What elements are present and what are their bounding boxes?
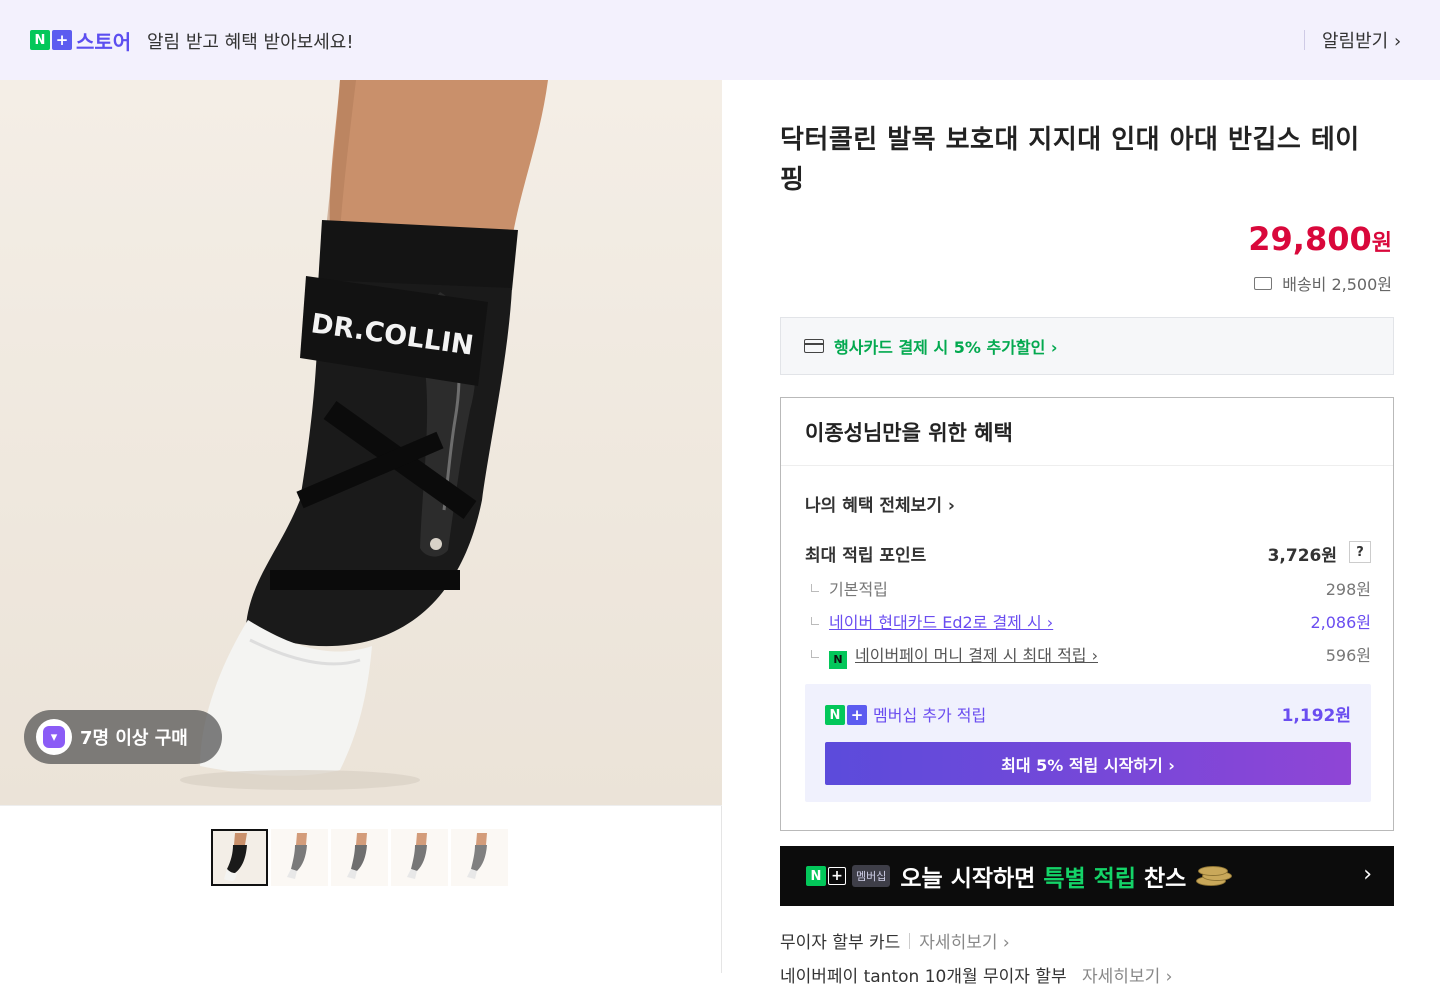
point-row-label: 기본적립 <box>829 580 888 599</box>
max-point-value: 3,726원 <box>1267 546 1337 566</box>
truck-icon <box>1254 276 1273 290</box>
point-row-npay: N 네이버페이 머니 결제 시 최대 적립 › 596원 <box>811 642 1371 669</box>
installment-row-2: 네이버페이 tanton 10개월 무이자 할부 자세히보기 › <box>780 962 1172 987</box>
point-row-card: 네이버 현대카드 Ed2로 결제 시 › 2,086원 <box>811 609 1371 633</box>
naver-n-icon: N <box>825 705 845 725</box>
naver-plus-logo: N + <box>806 866 846 886</box>
notify-button[interactable]: 알림받기 › <box>1322 27 1401 53</box>
banner-message: 알림 받고 혜택 받아보세요! <box>147 32 354 53</box>
product-gallery: DR.COLLIN ▾ 7명 이상 구매 <box>0 80 722 973</box>
banner-divider <box>1304 30 1305 50</box>
naver-plus-logo: N + <box>30 30 72 50</box>
thumbnail-strip <box>211 829 511 886</box>
membership-ad-text: 오늘 시작하면 특별 적립 찬스 <box>900 866 1187 892</box>
naver-n-icon: N <box>30 30 50 50</box>
membership-start-button[interactable]: 최대 5% 적립 시작하기 › <box>825 742 1351 785</box>
main-product-image[interactable]: DR.COLLIN ▾ 7명 이상 구매 <box>0 80 722 806</box>
plus-icon: + <box>52 30 72 50</box>
divider <box>909 932 911 949</box>
purchase-count-text: 7명 이상 구매 <box>80 728 188 749</box>
thumbnail-2[interactable] <box>271 829 328 886</box>
point-row-basic: 기본적립 298원 <box>811 576 1371 600</box>
installment-row: 무이자 할부 카드 자세히보기 › <box>780 928 1010 953</box>
thumbnail-3[interactable] <box>331 829 388 886</box>
hyundai-card-link[interactable]: 네이버 현대카드 Ed2로 결제 시 › <box>829 613 1053 632</box>
purchase-count-badge: ▾ 7명 이상 구매 <box>24 710 222 764</box>
point-row-value: 2,086원 <box>1310 613 1371 632</box>
credit-card-icon <box>804 339 824 353</box>
naver-plus-logo: N + <box>825 705 867 725</box>
thumbnail-4[interactable] <box>391 829 448 886</box>
installment-label: 무이자 할부 카드 <box>780 933 901 953</box>
chevron-right-icon: › <box>1363 862 1372 887</box>
coins-icon <box>1194 865 1236 887</box>
npay-icon: N <box>829 650 847 669</box>
shipping-fee: 배송비 2,500원 <box>1282 275 1392 294</box>
tree-corner-icon <box>811 650 819 658</box>
point-row-value: 596원 <box>1325 646 1371 665</box>
membership-ad-banner[interactable]: N + 멤버십 오늘 시작하면 특별 적립 찬스 › <box>780 846 1394 906</box>
installment-detail-link-2[interactable]: 자세히보기 › <box>1082 967 1172 987</box>
max-point-label: 최대 적립 포인트 <box>805 546 927 566</box>
card-promo-banner[interactable]: 행사카드 결제 시 5% 추가할인 › <box>780 317 1394 375</box>
membership-box: N + 멤버십 추가 적립 1,192원 최대 5% 적립 시작하기 › <box>805 684 1371 802</box>
thumbnail-5[interactable] <box>451 829 508 886</box>
plus-icon: + <box>828 867 846 885</box>
notification-banner: N + 스토어 알림 받고 혜택 받아보세요! 알림받기 › <box>0 0 1440 80</box>
price-value: 29,800 <box>1248 220 1372 258</box>
product-title: 닥터콜린 발목 보호대 지지대 인대 아대 반깁스 테이핑 <box>780 125 1360 195</box>
membership-value: 1,192원 <box>1281 706 1351 726</box>
price-unit: 원 <box>1371 231 1392 256</box>
product-info-panel: 닥터콜린 발목 보호대 지지대 인대 아대 반깁스 테이핑 29,800원 배송… <box>722 80 1440 987</box>
naver-n-icon: N <box>806 866 826 886</box>
card-promo-text: 행사카드 결제 시 5% 추가할인 › <box>834 338 1058 357</box>
npay-money-link[interactable]: 네이버페이 머니 결제 시 최대 적립 › <box>855 646 1098 665</box>
plus-icon: + <box>847 705 867 725</box>
benefit-heading: 이종성님만을 위한 혜택 <box>781 398 1393 466</box>
tree-corner-icon <box>811 584 819 592</box>
store-label: 스토어 <box>76 30 132 54</box>
product-price: 29,800원 <box>1248 220 1392 258</box>
shopping-bag-icon: ▾ <box>36 719 72 755</box>
thumbnail-1[interactable] <box>211 829 268 886</box>
membership-tag: 멤버십 <box>852 865 891 887</box>
shipping-info: 배송비 2,500원 <box>1254 271 1392 295</box>
membership-label: 멤버십 추가 적립 <box>873 706 987 725</box>
tree-corner-icon <box>811 617 819 625</box>
installment-label-2: 네이버페이 tanton 10개월 무이자 할부 <box>780 967 1067 987</box>
point-row-value: 298원 <box>1325 580 1371 599</box>
benefit-box: 이종성님만을 위한 혜택 나의 혜택 전체보기 › 최대 적립 포인트 3,72… <box>780 397 1394 831</box>
view-all-benefits-link[interactable]: 나의 혜택 전체보기 › <box>805 491 955 516</box>
ankle-brace-image: DR.COLLIN <box>180 80 548 790</box>
max-point-row: 최대 적립 포인트 3,726원 ? <box>805 541 1371 566</box>
installment-detail-link[interactable]: 자세히보기 › <box>919 928 1009 953</box>
help-icon[interactable]: ? <box>1349 541 1371 563</box>
